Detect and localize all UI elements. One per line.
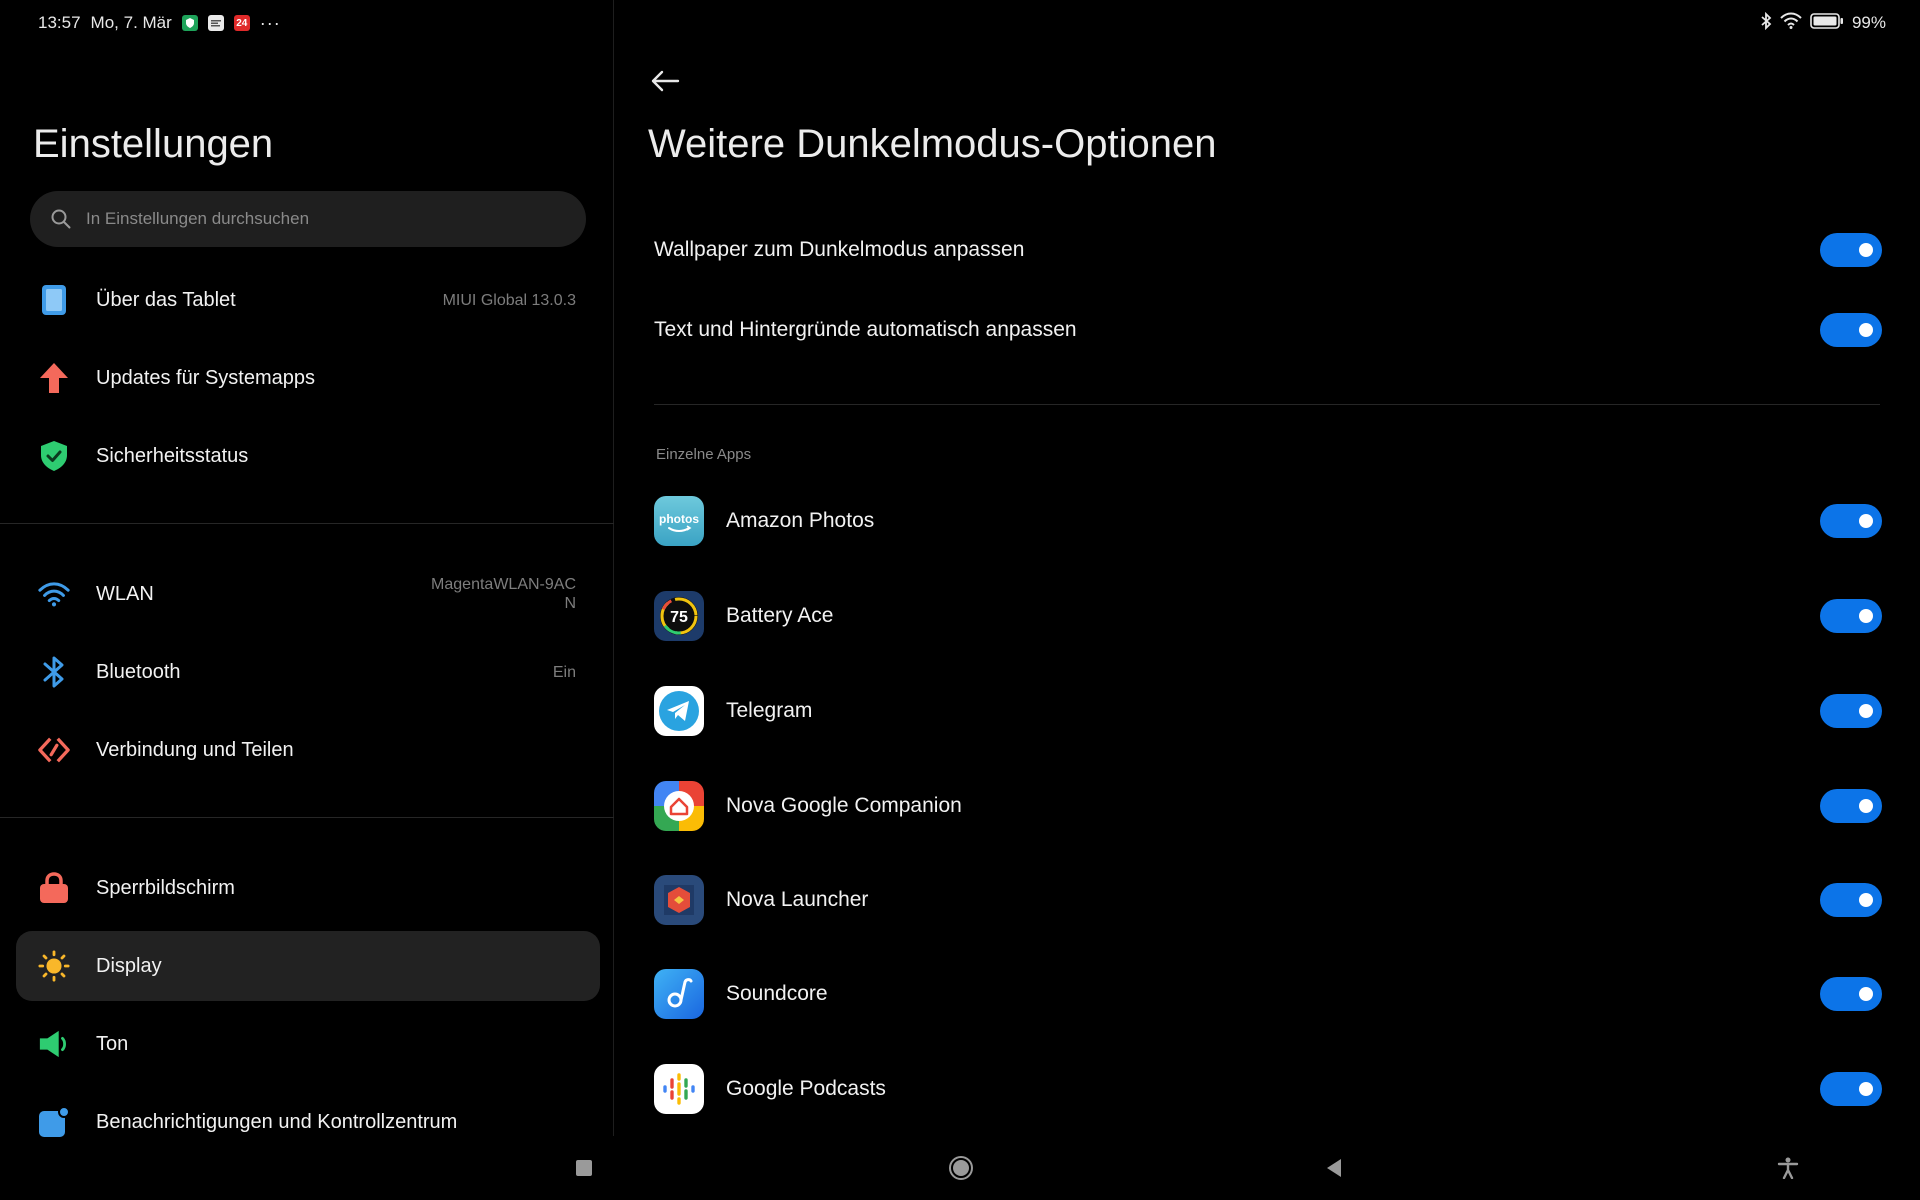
sidebar-item-label: Ton — [96, 1032, 129, 1055]
sidebar-item-bluetooth[interactable]: Bluetooth Ein — [16, 637, 600, 707]
section-label-individual-apps: Einzelne Apps — [656, 446, 752, 463]
sidebar-item-label: Display — [96, 954, 162, 977]
app-row-telegram[interactable]: Telegram — [654, 681, 1882, 741]
wlan-ssid-line1: MagentaWLAN-9AC — [431, 576, 576, 593]
settings-title: Einstellungen — [33, 122, 274, 166]
battery-percent: 99% — [1851, 13, 1886, 32]
app-label: Telegram — [726, 699, 813, 722]
sidebar-item-label: Updates für Systemapps — [96, 366, 315, 389]
battery-icon — [1810, 12, 1844, 34]
toggle-switch[interactable] — [1820, 599, 1882, 633]
app-row-battery-ace[interactable]: 75 Battery Ace — [654, 586, 1882, 646]
toggle-switch[interactable] — [1820, 504, 1882, 538]
nova-google-companion-icon — [654, 781, 704, 831]
soundcore-icon — [654, 969, 704, 1019]
app-row-google-podcasts[interactable]: Google Podcasts — [654, 1059, 1882, 1119]
toggle-switch[interactable] — [1820, 313, 1882, 347]
amazon-photos-icon-text: photos — [659, 512, 699, 526]
back-button[interactable] — [1316, 1150, 1352, 1186]
app-label: Soundcore — [726, 982, 828, 1005]
sidebar-item-label: Benachrichtigungen und Kontrollzentrum — [96, 1110, 458, 1133]
google-podcasts-icon — [654, 1064, 704, 1114]
setting-label: Text und Hintergründe automatisch anpass… — [654, 318, 1077, 341]
wifi-status-icon — [1780, 12, 1802, 34]
sidebar-item-label: Sperrbildschirm — [96, 876, 235, 899]
sidebar-divider — [0, 523, 614, 524]
sidebar-item-label: Verbindung und Teilen — [96, 738, 294, 761]
bluetooth-status-icon — [1760, 11, 1772, 35]
sidebar-item-about-tablet[interactable]: Über das Tablet MIUI Global 13.0.3 — [16, 265, 600, 335]
sidebar-item-security-status[interactable]: Sicherheitsstatus — [16, 421, 600, 491]
status-bar-right: 99% — [1760, 11, 1886, 35]
sidebar-item-value: MagentaWLAN-9AC N — [431, 575, 576, 613]
battery-ace-icon: 75 — [654, 591, 704, 641]
telegram-icon — [654, 686, 704, 736]
sidebar-item-label: WLAN — [96, 582, 154, 605]
setting-wallpaper-dark-mode[interactable]: Wallpaper zum Dunkelmodus anpassen — [654, 220, 1882, 280]
toggle-switch[interactable] — [1820, 977, 1882, 1011]
toggle-switch[interactable] — [1820, 233, 1882, 267]
speaker-icon — [38, 1028, 70, 1060]
settings-sidebar: Einstellungen In Einstellungen durchsuch… — [0, 0, 614, 1138]
wlan-ssid-line2: N — [564, 595, 576, 612]
bluetooth-icon — [38, 656, 70, 688]
sidebar-item-connection-sharing[interactable]: Verbindung und Teilen — [16, 715, 600, 785]
notification-icon — [38, 1106, 70, 1138]
accessibility-icon[interactable] — [1770, 1150, 1806, 1186]
battery-ace-icon-text: 75 — [670, 609, 688, 626]
update-arrow-icon — [38, 362, 70, 394]
tablet-icon — [38, 284, 70, 316]
app-row-amazon-photos[interactable]: photos Amazon Photos — [654, 491, 1882, 551]
back-arrow-icon[interactable] — [650, 66, 680, 96]
app-label: Nova Google Companion — [726, 794, 962, 817]
sidebar-item-display[interactable]: Display — [16, 931, 600, 1001]
section-divider — [654, 404, 1880, 405]
search-icon — [51, 209, 71, 229]
nova-launcher-icon — [654, 875, 704, 925]
app-label: Google Podcasts — [726, 1077, 886, 1100]
sidebar-item-label: Über das Tablet — [96, 288, 236, 311]
toggle-switch[interactable] — [1820, 694, 1882, 728]
app-row-nova-google-companion[interactable]: Nova Google Companion — [654, 776, 1882, 836]
setting-label: Wallpaper zum Dunkelmodus anpassen — [654, 238, 1025, 261]
page-title: Weitere Dunkelmodus-Optionen — [648, 122, 1217, 166]
home-button[interactable] — [943, 1150, 979, 1186]
app-row-soundcore[interactable]: Soundcore — [654, 964, 1882, 1024]
app-label: Amazon Photos — [726, 509, 875, 532]
search-input[interactable]: In Einstellungen durchsuchen — [30, 191, 586, 247]
app-row-nova-launcher[interactable]: Nova Launcher — [654, 870, 1882, 930]
sidebar-item-system-app-updates[interactable]: Updates für Systemapps — [16, 343, 600, 413]
toggle-switch[interactable] — [1820, 883, 1882, 917]
sidebar-item-value: Ein — [552, 663, 576, 681]
amazon-photos-icon: photos — [654, 496, 704, 546]
sidebar-item-lock-screen[interactable]: Sperrbildschirm — [16, 853, 600, 923]
toggle-switch[interactable] — [1820, 1072, 1882, 1106]
sidebar-item-sound[interactable]: Ton — [16, 1009, 600, 1079]
sidebar-item-wlan[interactable]: WLAN MagentaWLAN-9AC N — [16, 559, 600, 629]
shield-check-icon — [38, 440, 70, 472]
wifi-icon — [38, 578, 70, 610]
toggle-switch[interactable] — [1820, 789, 1882, 823]
search-placeholder: In Einstellungen durchsuchen — [86, 209, 310, 228]
sidebar-item-label: Bluetooth — [96, 660, 181, 683]
sidebar-item-value: MIUI Global 13.0.3 — [442, 291, 576, 309]
app-label: Battery Ace — [726, 604, 834, 627]
setting-auto-adjust-text-backgrounds[interactable]: Text und Hintergründe automatisch anpass… — [654, 300, 1882, 360]
system-navigation-bar — [0, 1136, 1920, 1200]
sidebar-divider — [0, 817, 614, 818]
sun-icon — [38, 950, 70, 982]
lock-icon — [38, 872, 70, 904]
recents-button[interactable] — [566, 1150, 602, 1186]
sidebar-item-label: Sicherheitsstatus — [96, 444, 249, 467]
app-label: Nova Launcher — [726, 888, 869, 911]
connection-share-icon — [38, 734, 70, 766]
